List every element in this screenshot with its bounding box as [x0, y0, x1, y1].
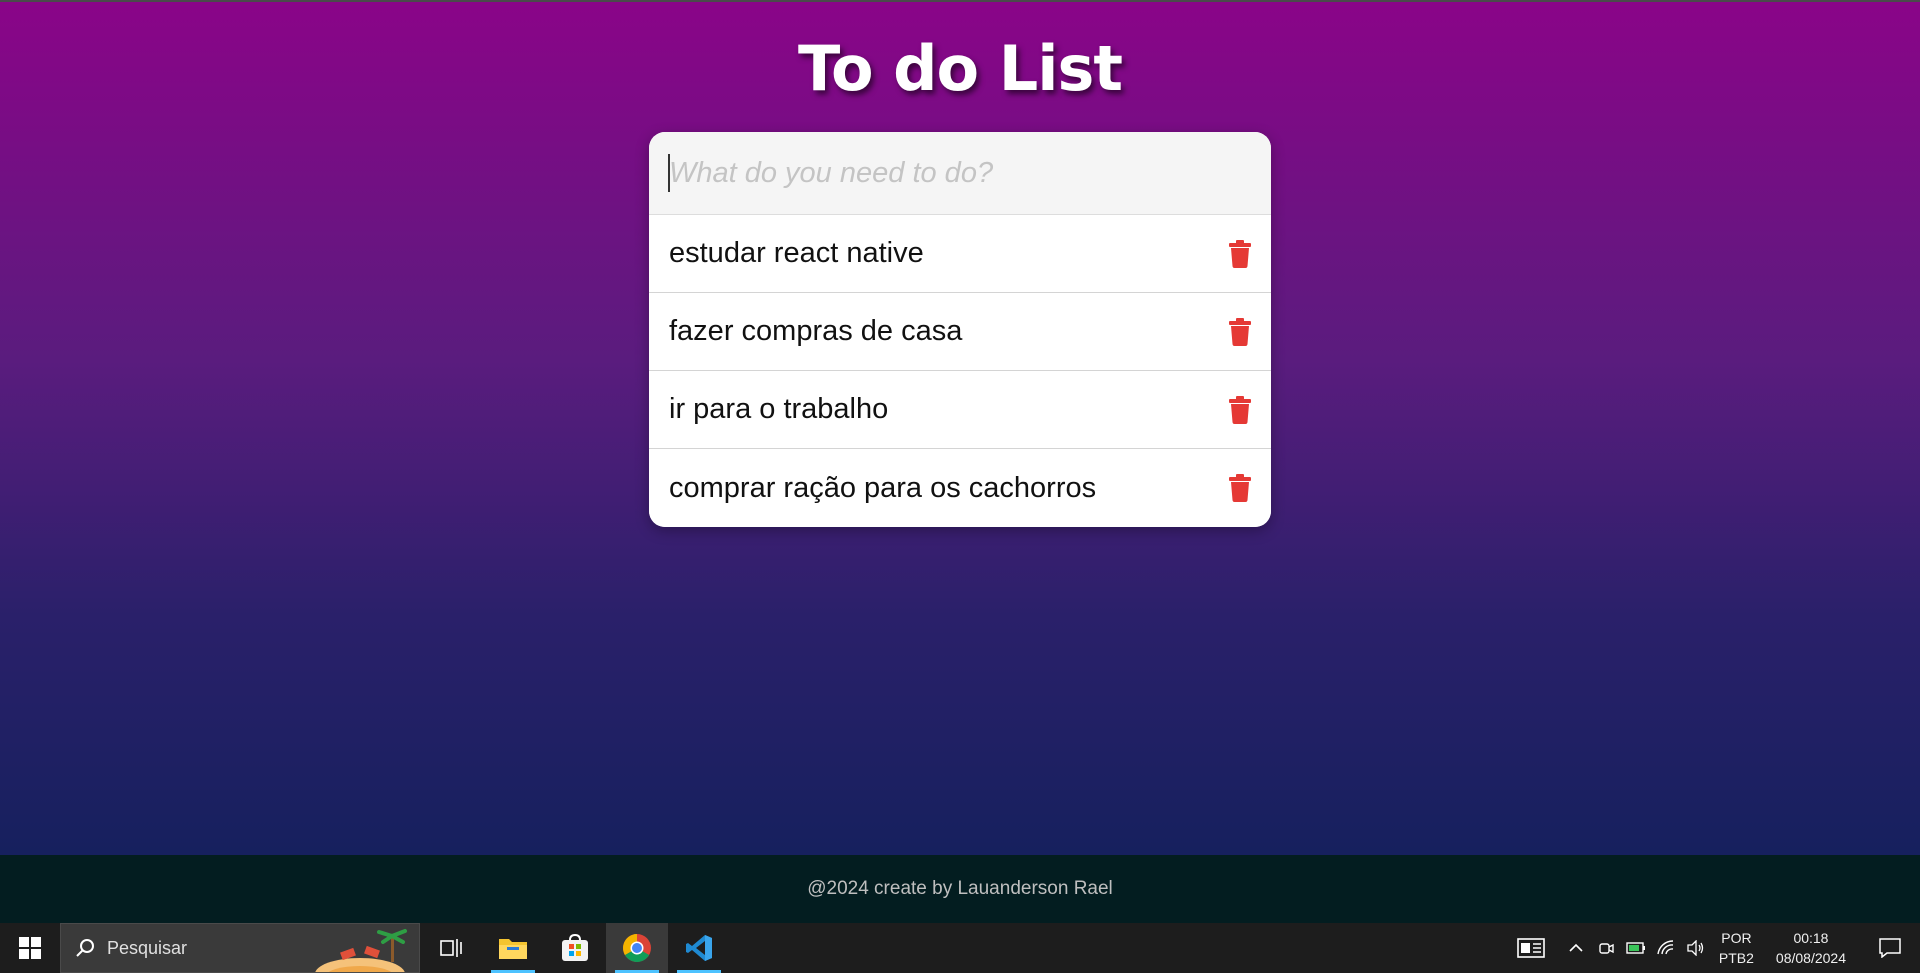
- search-placeholder: Pesquisar: [107, 937, 188, 958]
- task-item: comprar ração para os cachorros: [649, 449, 1271, 527]
- task-text: comprar ração para os cachorros: [669, 471, 1097, 504]
- trash-icon[interactable]: [1229, 474, 1251, 502]
- trash-icon[interactable]: [1229, 317, 1251, 346]
- trash-icon[interactable]: [1229, 395, 1251, 424]
- volume-button[interactable]: [1681, 923, 1711, 973]
- windows-start-button[interactable]: [0, 923, 60, 973]
- todo-app: To do List estudar react native fazer co…: [0, 0, 1920, 855]
- trash-icon[interactable]: [1229, 239, 1251, 268]
- new-task-input[interactable]: [649, 132, 1271, 215]
- input-language-indicator[interactable]: POR PTB2: [1711, 928, 1762, 968]
- keyboard-layout: PTB2: [1718, 950, 1754, 966]
- clock-time: 00:18: [1793, 930, 1829, 946]
- notification-icon: [1879, 938, 1901, 958]
- taskbar-search-box[interactable]: Pesquisar: [60, 923, 420, 973]
- microsoft-store-button[interactable]: [544, 923, 606, 973]
- news-widget-button[interactable]: [1501, 923, 1561, 973]
- clock-date: 08/08/2024: [1775, 950, 1846, 966]
- clock[interactable]: 00:18 08/08/2024: [1762, 928, 1860, 968]
- page-title: To do List: [797, 32, 1123, 105]
- todo-card: estudar react native fazer compras de ca…: [649, 132, 1271, 527]
- camera-icon: [1599, 943, 1614, 954]
- task-view-button[interactable]: [420, 923, 482, 973]
- wifi-button[interactable]: [1651, 923, 1681, 973]
- file-explorer-button[interactable]: [482, 923, 544, 973]
- chrome-button[interactable]: [606, 923, 668, 973]
- vscode-icon: [686, 935, 712, 961]
- search-icon: [76, 939, 94, 957]
- folder-icon: [499, 939, 527, 959]
- windows-taskbar: Pesquisar POR PTB2 00:18 08/08/2024: [0, 923, 1920, 973]
- page-footer: @2024 create by Lauanderson Rael: [0, 855, 1920, 923]
- notification-center-button[interactable]: [1860, 923, 1920, 973]
- task-item: estudar react native: [649, 215, 1271, 293]
- text-caret: [668, 154, 670, 192]
- show-hidden-icons-button[interactable]: [1561, 923, 1591, 973]
- chevron-up-icon: [1569, 943, 1583, 952]
- wifi-icon: [1657, 940, 1674, 955]
- task-view-icon: [440, 939, 462, 957]
- speaker-icon: [1687, 940, 1704, 956]
- store-icon: [562, 934, 588, 961]
- task-text: fazer compras de casa: [669, 315, 963, 347]
- task-text: estudar react native: [669, 237, 924, 269]
- beach-illustration-icon: [315, 929, 407, 972]
- task-item: fazer compras de casa: [649, 293, 1271, 371]
- windows-logo-icon: [19, 937, 41, 959]
- language-code: POR: [1721, 930, 1752, 946]
- task-text: ir para o trabalho: [669, 393, 889, 425]
- battery-icon: [1626, 942, 1645, 954]
- task-item: ir para o trabalho: [649, 371, 1271, 449]
- news-icon: [1517, 938, 1545, 958]
- system-tray: POR PTB2 00:18 08/08/2024: [1501, 923, 1920, 973]
- battery-button[interactable]: [1621, 923, 1651, 973]
- vscode-button[interactable]: [668, 923, 730, 973]
- chrome-icon: [623, 934, 651, 962]
- meet-now-button[interactable]: [1591, 923, 1621, 973]
